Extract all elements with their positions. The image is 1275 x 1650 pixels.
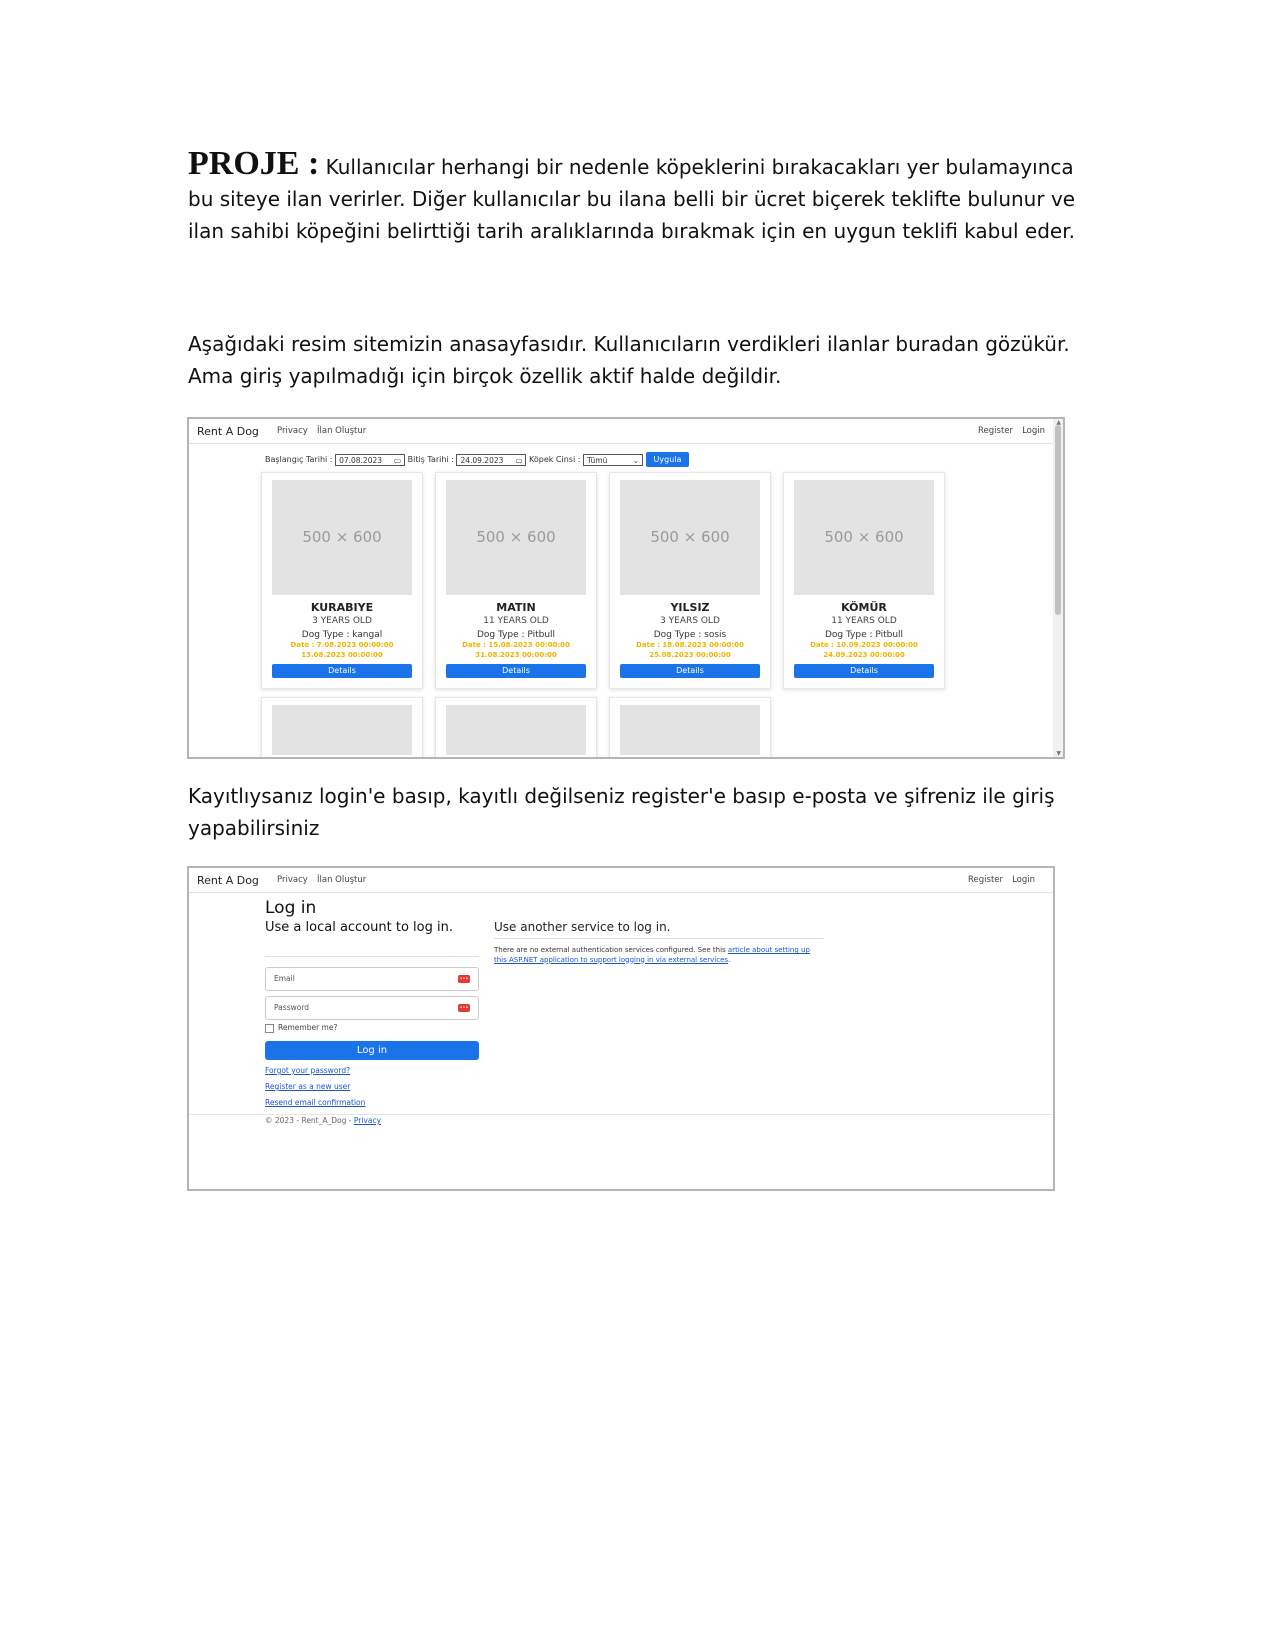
dog-age: 3 YEARS OLD [312,616,372,626]
dog-date-start: Date : 18.08.2023 00:00:00 [636,641,744,649]
dog-date-start: Date : 15.08.2023 00:00:00 [462,641,570,649]
local-account-heading: Use a local account to log in. [265,920,453,935]
page-title: Log in [265,898,317,918]
footer-divider [189,1114,1053,1115]
nav-login[interactable]: Login [1022,426,1045,436]
calendar-icon: ▭ [515,455,523,465]
dog-name: YILSIZ [670,601,710,614]
external-login-text: There are no external authentication ser… [494,946,810,964]
login-description: Kayıtlıysanız login'e basıp, kayıtlı değ… [188,784,1055,840]
scrollbar-thumb[interactable] [1055,425,1061,615]
dog-date-end: 31.08.2023 00:00:00 [475,651,557,659]
dog-image-placeholder: 500 × 600 [446,480,586,595]
intro-text: Kullanıcılar herhangi bir nedenle köpekl… [188,155,1076,243]
start-date-label: Başlangıç Tarihi : [265,455,333,464]
dog-image-placeholder [272,705,412,755]
details-button[interactable]: Details [446,664,586,678]
remember-me-checkbox[interactable]: Remember me? [265,1023,337,1033]
calendar-icon: ▭ [393,455,402,465]
dog-type: Dog Type : Pitbull [476,630,556,640]
dog-image-placeholder: 500 × 600 [794,480,934,595]
dog-card: 500 × 600 KURABIYE 3 YEARS OLD Dog Type … [261,472,423,689]
dog-age: 11 YEARS OLD [483,616,549,626]
dog-date-end: 24.09.2023 00:00:00 [823,651,905,659]
footer: © 2023 - Rent_A_Dog - Privacy [265,1116,382,1125]
forgot-password-link[interactable]: Forgot your password? [265,1066,350,1075]
dog-age: 3 YEARS OLD [660,616,720,626]
password-placeholder: Password [274,1003,310,1012]
dog-date-end: 25.08.2023 00:00:00 [649,651,731,659]
nav-privacy[interactable]: Privacy [277,875,308,885]
dog-name: KURABIYE [310,601,374,614]
dog-card-partial [609,697,771,757]
login-button[interactable]: Log in [265,1041,479,1060]
password-manager-icon[interactable]: ••• [458,1004,470,1012]
dog-type: Dog Type : kangal [301,630,383,640]
nav-login[interactable]: Login [1012,875,1035,885]
register-link[interactable]: Register as a new user [265,1082,350,1091]
dog-type: Dog Type : Pitbull [824,630,904,640]
apply-button[interactable]: Uygula [645,452,690,467]
intro-paragraph: PROJE : Kullanıcılar herhangi bir nedenl… [188,145,1088,247]
breed-label: Köpek Cinsi : [529,455,581,464]
nav-register[interactable]: Register [968,875,1003,885]
dog-image-placeholder: 500 × 600 [620,480,760,595]
checkbox-icon[interactable] [265,1023,274,1033]
dog-card-partial [261,697,423,757]
start-date-input[interactable]: 07.08.2023 ▭ [335,453,406,466]
dog-type: Dog Type : sosis [653,630,727,640]
navbar: Rent A Dog Privacy İlan Oluştur Register… [189,868,1053,893]
dog-name: KÖMÜR [841,601,887,614]
email-placeholder: Email [274,974,295,983]
external-login-heading: Use another service to log in. [494,920,671,934]
details-button[interactable]: Details [620,664,760,678]
dog-card: 500 × 600 YILSIZ 3 YEARS OLD Dog Type : … [609,472,771,689]
scrollbar[interactable]: ▲ ▼ [1053,419,1063,757]
dog-card-partial [435,697,597,757]
homepage-description: Aşağıdaki resim sitemizin anasayfasıdır.… [188,332,1070,388]
divider [265,956,479,957]
brand-link[interactable]: Rent A Dog [197,425,259,438]
details-button[interactable]: Details [272,664,412,678]
breed-select[interactable]: Tümü ⌄ [582,453,643,466]
dog-name: MATIN [496,601,536,614]
homepage-screenshot: Rent A Dog Privacy İlan Oluştur Register… [187,417,1065,759]
footer-privacy-link[interactable]: Privacy [354,1116,381,1125]
nav-create-listing[interactable]: İlan Oluştur [317,426,366,436]
filter-bar: Başlangıç Tarihi : 07.08.2023 ▭ Bitiş Ta… [265,452,690,467]
nav-create-listing[interactable]: İlan Oluştur [317,875,366,885]
dog-card: 500 × 600 KÖMÜR 11 YEARS OLD Dog Type : … [783,472,945,689]
brand-link[interactable]: Rent A Dog [197,874,259,887]
scroll-down-icon[interactable]: ▼ [1056,750,1061,757]
nav-privacy[interactable]: Privacy [277,426,308,436]
navbar: Rent A Dog Privacy İlan Oluştur Register… [189,419,1063,444]
dog-image-placeholder: 500 × 600 [272,480,412,595]
dog-card: 500 × 600 MATIN 11 YEARS OLD Dog Type : … [435,472,597,689]
dog-age: 11 YEARS OLD [831,616,897,626]
login-screenshot: Rent A Dog Privacy İlan Oluştur Register… [187,866,1055,1191]
chevron-down-icon: ⌄ [632,455,639,465]
divider [494,938,824,939]
dog-date-start: Date : 10.09.2023 00:00:00 [810,641,918,649]
dog-image-placeholder [620,705,760,755]
email-field[interactable]: Email ••• [265,967,479,991]
password-manager-icon[interactable]: ••• [458,975,470,983]
end-date-input[interactable]: 24.09.2023 ▭ [456,453,527,466]
nav-register[interactable]: Register [978,426,1013,436]
details-button[interactable]: Details [794,664,934,678]
password-field[interactable]: Password ••• [265,996,479,1020]
end-date-label: Bitiş Tarihi : [407,455,454,464]
dog-image-placeholder [446,705,586,755]
intro-label: PROJE : [188,145,320,182]
dog-date-end: 13.08.2023 00:00:00 [301,651,383,659]
dog-date-start: Date : 7.08.2023 00:00:00 [290,641,394,649]
resend-confirmation-link[interactable]: Resend email confirmation [265,1098,365,1107]
